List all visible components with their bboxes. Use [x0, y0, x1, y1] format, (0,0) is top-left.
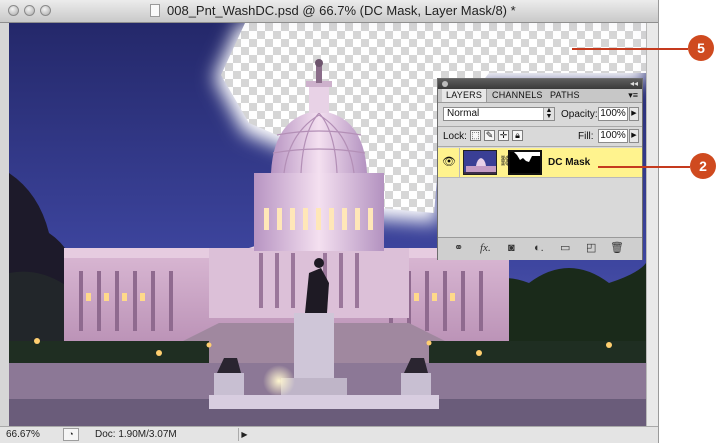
- link-layers-icon[interactable]: ⚭: [454, 242, 463, 255]
- panel-footer: ⚭ fx. ◙ ◐. ▭ ◰ 🗑︎: [438, 237, 642, 260]
- adjustment-layer-icon[interactable]: ◐.: [534, 242, 544, 255]
- callout-badge-2: 2: [690, 153, 716, 179]
- layer-thumbnail[interactable]: [463, 150, 497, 175]
- minimize-window-button[interactable]: [24, 5, 35, 16]
- fill-field[interactable]: 100%: [598, 129, 628, 143]
- blend-mode-select[interactable]: Normal ▲ ▼: [443, 107, 555, 121]
- document-size: Doc: 1.90M/3.07M: [95, 429, 177, 440]
- callout-badge-5: 5: [688, 35, 714, 61]
- status-bar: 66.67% ◔ Doc: 1.90M/3.07M ▶: [0, 426, 658, 443]
- document-icon: [150, 4, 160, 17]
- thumbnail-image: [464, 151, 496, 174]
- panel-close-icon[interactable]: [442, 81, 448, 87]
- title-bar[interactable]: 008_Pnt_WashDC.psd @ 66.7% (DC Mask, Lay…: [0, 0, 658, 23]
- trash-icon[interactable]: 🗑︎: [610, 242, 624, 255]
- tab-channels[interactable]: CHANNELS: [488, 89, 547, 102]
- vertical-scrollbar[interactable]: [646, 23, 658, 426]
- layer-name: DC Mask: [548, 157, 591, 168]
- document-info-icon[interactable]: ◔: [63, 428, 79, 441]
- panel-title-bar[interactable]: ◂◂: [438, 79, 642, 89]
- lock-row: Lock: ⬚ ✎ ✛ 🔒︎ Fill: 100% ▶: [438, 126, 642, 147]
- zoom-level-field[interactable]: 66.67%: [6, 429, 57, 440]
- opacity-field[interactable]: 100%: [598, 107, 628, 121]
- callout-line-2: [598, 166, 690, 168]
- divider: [459, 148, 460, 177]
- opacity-label: Opacity:: [561, 109, 598, 120]
- lock-all-icon[interactable]: 🔒︎: [512, 130, 523, 141]
- callout-line-5: [572, 48, 688, 50]
- lock-position-icon[interactable]: ✛: [498, 130, 509, 141]
- fx-icon[interactable]: fx.: [480, 242, 491, 255]
- add-mask-icon[interactable]: ◙: [508, 242, 515, 255]
- fill-slider-arrow-icon[interactable]: ▶: [629, 129, 639, 143]
- tab-layers[interactable]: LAYERS: [442, 89, 488, 102]
- status-menu-arrow-icon[interactable]: ▶: [238, 428, 250, 441]
- tab-paths[interactable]: PATHS: [546, 89, 584, 102]
- lock-transparent-pixels-icon[interactable]: ⬚: [470, 130, 481, 141]
- layer-mask-thumbnail[interactable]: [508, 150, 542, 175]
- mask-image: [510, 152, 540, 173]
- updown-arrows-icon: ▲ ▼: [543, 107, 554, 120]
- lock-label: Lock:: [443, 131, 467, 142]
- panel-collapse-icon[interactable]: ◂◂: [630, 79, 638, 89]
- new-group-icon[interactable]: ▭: [560, 242, 570, 255]
- panel-menu-icon[interactable]: ▾≡: [628, 89, 638, 102]
- new-layer-icon[interactable]: ◰: [586, 242, 596, 255]
- opacity-slider-arrow-icon[interactable]: ▶: [629, 107, 639, 121]
- panel-tabs: LAYERS CHANNELS PATHS ▾≡: [438, 89, 642, 103]
- layer-row[interactable]: 👁︎ ⛓︎ DC Mask: [438, 148, 642, 178]
- visibility-eye-icon[interactable]: 👁︎: [442, 155, 456, 169]
- fill-label: Fill:: [578, 131, 594, 142]
- blend-mode-value: Normal: [447, 108, 480, 119]
- lock-image-pixels-icon[interactable]: ✎: [484, 130, 495, 141]
- zoom-window-button[interactable]: [40, 5, 51, 16]
- window-title: 008_Pnt_WashDC.psd @ 66.7% (DC Mask, Lay…: [167, 3, 516, 18]
- close-window-button[interactable]: [8, 5, 19, 16]
- layers-panel: ◂◂ LAYERS CHANNELS PATHS ▾≡ Normal ▲ ▼ Op…: [437, 78, 643, 260]
